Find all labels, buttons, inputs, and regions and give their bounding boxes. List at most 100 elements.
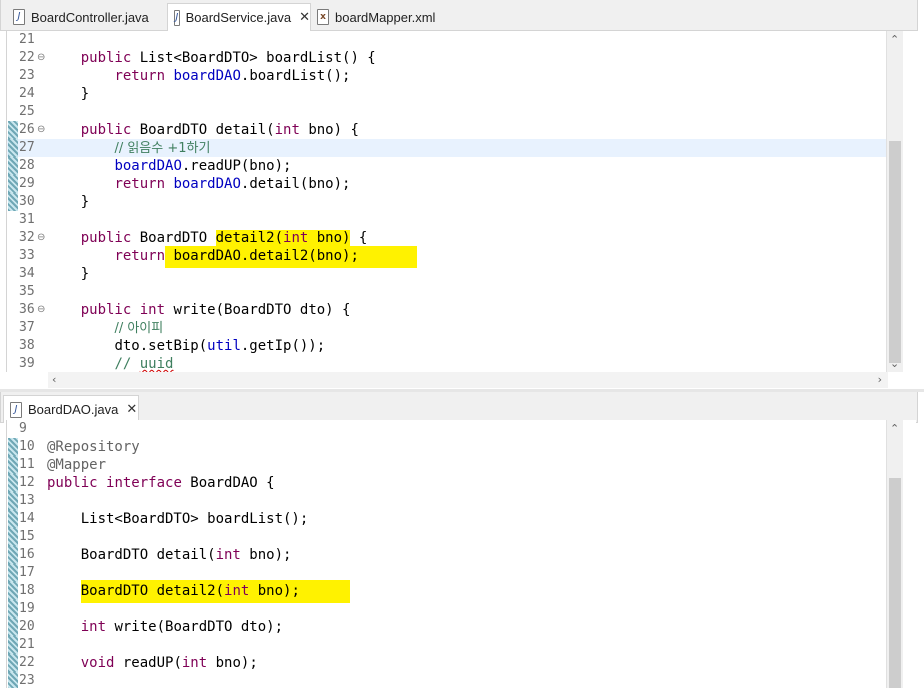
line-number: 21 [19, 32, 35, 47]
ruler-marker [8, 600, 18, 618]
vertical-scrollbar[interactable]: ⌃ [886, 420, 903, 688]
code-line: 28 boardDAO.readUP(bno); [7, 157, 887, 175]
ruler-marker [8, 582, 18, 600]
line-number: 18 [19, 583, 35, 598]
fold-icon[interactable]: ⊖ [37, 229, 45, 247]
field-ref: boardDAO [114, 158, 182, 174]
keyword: int [139, 302, 166, 318]
fold-icon[interactable]: ⊖ [37, 121, 45, 139]
line-number: 24 [19, 86, 35, 101]
code-text: bno) { [299, 122, 359, 138]
code-line: 34 } [7, 265, 887, 283]
keyword: int [224, 583, 250, 599]
scroll-up-icon[interactable]: ⌃ [890, 33, 899, 46]
code-line: 22 ⊖ public List<BoardDTO> boardList() { [7, 49, 887, 67]
field-ref: boardDAO [173, 68, 241, 84]
tab-board-dao[interactable]: J BoardDAO.java ✕ [3, 395, 139, 423]
highlight-mark: detail2(int bno) [215, 230, 351, 246]
code-line: 36 ⊖ public int write(BoardDTO dto) { [7, 301, 887, 319]
tab-label: BoardController.java [31, 9, 149, 25]
fold-icon[interactable]: ⊖ [37, 301, 45, 319]
annotation: @Mapper [47, 457, 107, 473]
code-text: bno); [249, 583, 300, 599]
ruler-marker [8, 510, 18, 528]
keyword: public [80, 230, 132, 246]
code-line: 12 public interface BoardDAO { [7, 474, 887, 492]
scroll-down-icon[interactable]: ⌄ [890, 357, 899, 370]
code-text: BoardDTO detail2( [80, 583, 225, 599]
keyword: int [215, 547, 241, 563]
fold-icon[interactable]: ⊖ [37, 49, 45, 67]
keyword: public [80, 122, 132, 138]
ruler-marker [8, 193, 18, 211]
code-line: 21 [7, 636, 887, 654]
close-icon[interactable]: ✕ [299, 10, 310, 25]
board-service-editor[interactable]: 21 22 ⊖ public List<BoardDTO> boardList()… [6, 31, 916, 388]
line-number: 33 [19, 248, 35, 263]
java-file-icon: J [174, 9, 180, 26]
keyword: int [283, 230, 309, 246]
annotation: @Repository [47, 439, 140, 455]
scroll-thumb[interactable] [889, 478, 901, 688]
ruler-marker [8, 564, 18, 582]
line-number: 17 [19, 565, 35, 580]
ruler-marker [8, 492, 18, 510]
line-number: 12 [19, 475, 35, 490]
code-line: 11 @Mapper [7, 456, 887, 474]
code-text: } [80, 86, 90, 102]
comment: // [114, 356, 140, 372]
code-line: 31 [7, 211, 887, 229]
code-line: 30 } [7, 193, 887, 211]
code-text: .detail(bno); [240, 176, 351, 192]
line-number: 37 [19, 320, 35, 335]
tab-board-controller[interactable]: J BoardController.java [7, 4, 165, 30]
scroll-left-icon[interactable]: ‹ [52, 373, 56, 386]
keyword: return [114, 176, 166, 192]
keyword: return [114, 68, 166, 84]
line-number: 23 [19, 68, 35, 83]
scroll-right-icon[interactable]: › [878, 373, 882, 386]
code-line: 33 return boardDAO.detail2(bno); [7, 246, 887, 268]
bottom-tab-bar: J BoardDAO.java ✕ [0, 392, 918, 423]
scroll-thumb[interactable] [889, 141, 901, 363]
code-line: 35 [7, 283, 887, 301]
keyword: int [181, 655, 208, 671]
line-number: 15 [19, 529, 35, 544]
code-text: readUP( [114, 655, 182, 671]
code-line: 20 int write(BoardDTO dto); [7, 618, 887, 636]
code-text: List<BoardDTO> boardList(); [80, 511, 309, 527]
code-line: 38 dto.setBip(util.getIp()); [7, 337, 887, 355]
code-text: .readUP(bno); [181, 158, 292, 174]
code-line: 21 [7, 31, 887, 49]
keyword: public [47, 475, 98, 491]
field-ref: boardDAO [173, 176, 241, 192]
code-line: 10 @Repository [7, 438, 887, 456]
code-line: 18 BoardDTO detail2(int bno); [7, 580, 887, 603]
line-number: 11 [19, 457, 35, 472]
tab-label: BoardDAO.java [28, 402, 119, 417]
line-number: 20 [19, 619, 35, 634]
top-editor-pane: J BoardController.java J BoardService.ja… [0, 0, 924, 392]
tab-label: BoardService.java [185, 10, 292, 25]
close-icon[interactable]: ✕ [126, 402, 137, 417]
line-number: 30 [19, 194, 35, 209]
ruler-marker [8, 636, 18, 654]
tab-board-service[interactable]: J BoardService.java ✕ [167, 3, 311, 31]
ruler-marker [8, 618, 18, 636]
tab-board-mapper[interactable]: x boardMapper.xml [311, 4, 451, 30]
vertical-scrollbar[interactable]: ⌃ ⌄ [886, 31, 903, 372]
code-text: write(BoardDTO dto); [106, 619, 284, 635]
keyword: interface [106, 475, 182, 491]
comment: // 아이피 [114, 321, 164, 336]
code-text: { [350, 230, 368, 246]
line-number: 16 [19, 547, 35, 562]
code-line: 22 void readUP(int bno); [7, 654, 887, 672]
code-line: 37 // 아이피 [7, 319, 887, 337]
board-dao-editor[interactable]: 9 10 @Repository 11 @Mapper 12 public in… [6, 420, 916, 688]
keyword: public [80, 50, 132, 66]
scroll-up-icon[interactable]: ⌃ [890, 422, 899, 435]
xml-file-icon: x [317, 9, 329, 25]
tab-label: boardMapper.xml [335, 9, 436, 25]
field-ref: util [207, 338, 241, 354]
horizontal-scrollbar[interactable]: ‹ › [48, 372, 888, 388]
